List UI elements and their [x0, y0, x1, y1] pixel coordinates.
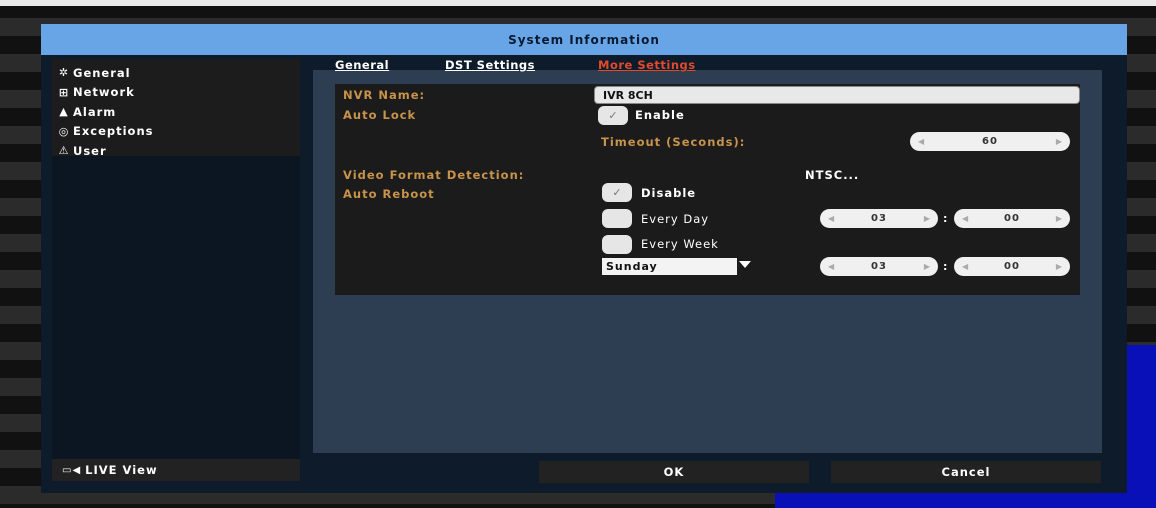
sidebar-item-label: Alarm	[73, 104, 117, 119]
timeout-stepper[interactable]: ◀ 60 ▶	[910, 132, 1070, 151]
sidebar-item-label: General	[73, 65, 131, 80]
check-icon: ✓	[608, 109, 618, 122]
timeout-value: 60	[982, 136, 998, 147]
sidebar-item-label: Exceptions	[73, 124, 154, 139]
sidebar-menu: ✲ General ⊞ Network ▲ Alarm ◎ Exceptions…	[52, 59, 300, 158]
reboot-disable-checkbox[interactable]: ✓	[602, 183, 632, 202]
arrow-right-icon[interactable]: ▶	[924, 214, 930, 223]
chevron-down-icon[interactable]	[739, 261, 751, 268]
sidebar-item-label: Network	[73, 85, 135, 100]
sidebar-item-network[interactable]: ⊞ Network	[52, 83, 300, 103]
eye-icon: ◎	[58, 124, 70, 138]
arrow-right-icon[interactable]: ▶	[924, 262, 930, 271]
every-week-hour-stepper[interactable]: ◀ 03 ▶	[820, 257, 938, 276]
bell-icon: ▲	[59, 105, 69, 119]
video-format-label: Video Format Detection:	[343, 168, 525, 182]
sidebar-item-general[interactable]: ✲ General	[52, 63, 300, 83]
every-day-minute-stepper[interactable]: ◀ 00 ▶	[954, 209, 1070, 228]
sidebar-item-alarm[interactable]: ▲ Alarm	[52, 102, 300, 122]
live-view-label: LIVE View	[85, 463, 158, 477]
every-day-minute-value: 00	[1004, 213, 1020, 224]
network-icon: ⊞	[58, 85, 70, 99]
week-day-select[interactable]: Sunday	[602, 258, 737, 275]
reboot-every-day-label: Every Day	[641, 212, 710, 226]
tab-general[interactable]: General	[335, 58, 389, 72]
video-format-value: NTSC...	[805, 168, 860, 182]
arrow-right-icon[interactable]: ▶	[1056, 262, 1062, 271]
arrow-left-icon[interactable]: ◀	[828, 262, 834, 271]
every-week-hour-value: 03	[871, 261, 887, 272]
reboot-every-day-checkbox[interactable]	[602, 209, 632, 228]
arrow-left-icon[interactable]: ◀	[962, 214, 968, 223]
every-week-minute-stepper[interactable]: ◀ 00 ▶	[954, 257, 1070, 276]
arrow-left-icon[interactable]: ◀	[962, 262, 968, 271]
every-day-hour-stepper[interactable]: ◀ 03 ▶	[820, 209, 938, 228]
every-day-hour-value: 03	[871, 213, 887, 224]
cancel-button[interactable]: Cancel	[831, 461, 1101, 483]
arrow-right-icon[interactable]: ▶	[1056, 137, 1062, 146]
reboot-every-week-checkbox[interactable]	[602, 235, 632, 254]
timeout-label: Timeout (Seconds):	[601, 135, 746, 149]
system-information-window: System Information ✲ General ⊞ Network ▲…	[41, 24, 1127, 493]
auto-lock-checkbox[interactable]: ✓	[598, 106, 628, 125]
time-separator: :	[943, 212, 948, 225]
sidebar-item-exceptions[interactable]: ◎ Exceptions	[52, 122, 300, 142]
window-title: System Information	[41, 24, 1127, 55]
nvr-name-input[interactable]	[594, 86, 1080, 104]
arrow-left-icon[interactable]: ◀	[828, 214, 834, 223]
auto-reboot-label: Auto Reboot	[343, 187, 435, 201]
every-week-minute-value: 00	[1004, 261, 1020, 272]
time-separator: :	[943, 260, 948, 273]
check-icon: ✓	[612, 186, 622, 199]
arrow-right-icon[interactable]: ▶	[1056, 214, 1062, 223]
nvr-name-label: NVR Name:	[343, 88, 426, 102]
arrow-left-icon[interactable]: ◀	[918, 137, 924, 146]
desktop-top-line	[0, 0, 1156, 6]
tab-dst-settings[interactable]: DST Settings	[445, 58, 535, 72]
sidebar-item-label: User	[73, 143, 107, 158]
live-view-icon: ▭◀	[62, 464, 82, 476]
reboot-disable-label: Disable	[641, 186, 697, 200]
sidebar-item-user[interactable]: ⚠ User	[52, 141, 300, 161]
live-view-button[interactable]: ▭◀ LIVE View	[52, 459, 300, 481]
gear-icon: ✲	[58, 66, 70, 80]
tab-more-settings[interactable]: More Settings	[598, 58, 696, 72]
warning-icon: ⚠	[58, 144, 70, 158]
reboot-every-week-label: Every Week	[641, 237, 719, 251]
ok-button[interactable]: OK	[539, 461, 809, 483]
auto-lock-enable-label: Enable	[635, 108, 685, 122]
sidebar: ✲ General ⊞ Network ▲ Alarm ◎ Exceptions…	[52, 59, 300, 461]
auto-lock-label: Auto Lock	[343, 108, 417, 122]
